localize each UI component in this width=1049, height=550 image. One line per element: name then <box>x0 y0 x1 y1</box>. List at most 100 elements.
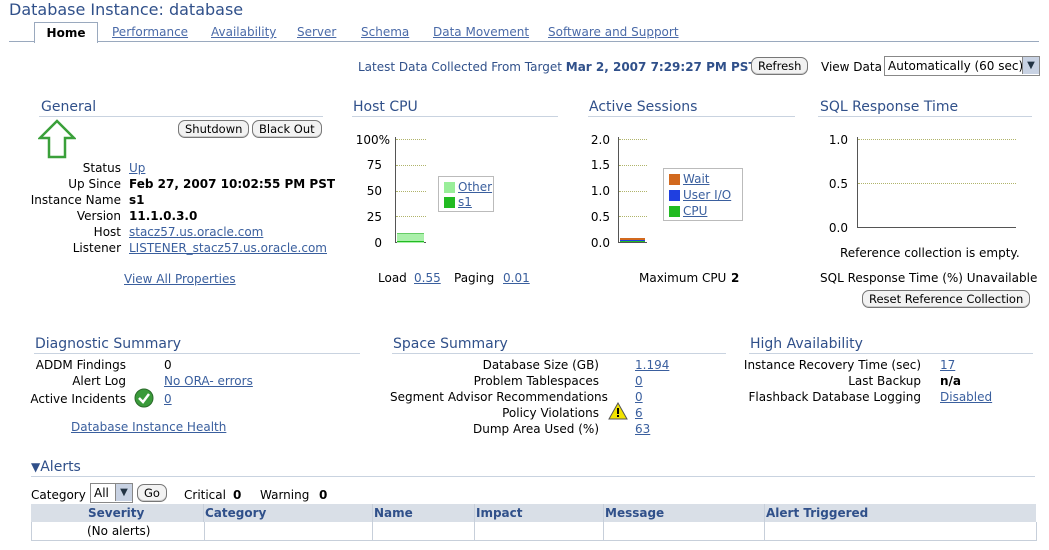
sessions-tick: 2.0 <box>590 133 610 147</box>
database-instance-health-link[interactable]: Database Instance Health <box>71 420 226 434</box>
warning-label: Warning <box>260 488 310 502</box>
ha-divider <box>749 353 1033 354</box>
table-cell <box>373 522 475 540</box>
tab-divider <box>9 41 1039 42</box>
col-severity[interactable]: Severity <box>31 504 204 522</box>
col-impact[interactable]: Impact <box>475 504 604 522</box>
dump-area-link[interactable]: 63 <box>635 422 650 436</box>
flashback-logging-label: Flashback Database Logging <box>748 390 921 404</box>
sessions-gridline <box>619 165 647 166</box>
sessions-legend: Wait User I/O CPU <box>663 168 743 221</box>
segment-advisor-label: Segment Advisor Recommendations <box>390 390 608 404</box>
sql-y-axis <box>857 137 858 228</box>
sessions-tick: 0.5 <box>590 210 610 224</box>
problem-tablespaces-link[interactable]: 0 <box>635 374 643 388</box>
tab-data-movement[interactable]: Data Movement <box>433 25 529 39</box>
alerts-divider <box>31 476 1035 477</box>
diagnostic-summary-header: Diagnostic Summary <box>35 336 182 352</box>
max-cpu-value: 2 <box>731 271 740 285</box>
collection-datetime: Mar 2, 2007 7:29:27 PM PST <box>565 60 757 74</box>
table-cell <box>604 522 765 540</box>
up-since-label: Up Since <box>68 177 121 191</box>
legend-userio-link[interactable]: User I/O <box>683 188 731 202</box>
legend-other-link[interactable]: Other <box>458 180 492 194</box>
blackout-button[interactable]: Black Out <box>252 120 322 138</box>
sql-response-header: SQL Response Time <box>820 99 959 115</box>
sessions-y-axis <box>618 137 619 243</box>
col-message[interactable]: Message <box>604 504 765 522</box>
up-since-value: Feb 27, 2007 10:02:55 PM PST <box>129 177 336 191</box>
refresh-button[interactable]: Refresh <box>751 57 809 75</box>
legend-swatch-other <box>444 182 455 193</box>
cpu-tick: 75 <box>366 158 382 172</box>
sessions-cpu-area <box>620 241 645 242</box>
host-link[interactable]: stacz57.us.oracle.com <box>129 225 263 239</box>
cpu-tick: 0 <box>374 236 382 250</box>
version-value: 11.1.0.3.0 <box>129 209 198 223</box>
instance-recovery-link[interactable]: 17 <box>940 358 955 372</box>
instance-name-value: s1 <box>129 193 145 207</box>
flashback-logging-link[interactable]: Disabled <box>940 390 992 404</box>
cpu-gridline <box>396 191 426 192</box>
chevron-down-icon: ▼ <box>1022 57 1039 74</box>
sql-x-axis <box>857 227 1016 228</box>
diagnostic-divider <box>34 353 360 354</box>
alerts-title: Alerts <box>40 459 81 475</box>
legend-swatch-wait <box>669 174 680 185</box>
col-category[interactable]: Category <box>204 504 373 522</box>
tab-home[interactable]: Home <box>34 22 98 43</box>
legend-swatch-s1 <box>444 197 455 208</box>
database-size-link[interactable]: 1.194 <box>635 358 669 372</box>
tab-schema[interactable]: Schema <box>361 25 409 39</box>
legend-cpu-link[interactable]: CPU <box>683 204 707 218</box>
cpu-y-axis <box>395 137 396 243</box>
cpu-legend: Other s1 <box>438 176 494 212</box>
policy-violations-label: Policy Violations <box>502 406 599 420</box>
legend-wait-link[interactable]: Wait <box>683 172 710 186</box>
category-value: All <box>94 486 109 500</box>
active-incidents-link[interactable]: 0 <box>164 392 172 406</box>
load-value-link[interactable]: 0.55 <box>414 271 441 285</box>
tab-software-and-support[interactable]: Software and Support <box>548 25 679 39</box>
shutdown-button[interactable]: Shutdown <box>178 120 250 138</box>
instance-name-label: Instance Name <box>30 193 121 207</box>
policy-violations-link[interactable]: 6 <box>635 406 643 420</box>
page-title: Database Instance: database <box>9 0 244 19</box>
view-data-select[interactable]: Automatically (60 sec) ▼ <box>884 56 1040 76</box>
disclosure-triangle-icon[interactable]: ▼ <box>31 460 40 474</box>
sessions-gridline <box>619 216 647 217</box>
table-cell <box>475 522 604 540</box>
tab-performance[interactable]: Performance <box>112 25 188 39</box>
high-availability-header: High Availability <box>750 336 863 352</box>
legend-swatch-userio <box>669 190 680 201</box>
paging-label: Paging <box>454 271 495 285</box>
alerts-header[interactable]: ▼Alerts <box>31 459 81 475</box>
alerts-table-header: Severity Category Name Impact Message Al… <box>31 504 1036 522</box>
sql-tick: 0.0 <box>828 221 848 235</box>
tab-availability[interactable]: Availability <box>211 25 276 39</box>
col-alert-triggered[interactable]: Alert Triggered <box>765 504 1035 522</box>
tab-server[interactable]: Server <box>297 25 336 39</box>
segment-advisor-link[interactable]: 0 <box>635 390 643 404</box>
collection-label: Latest Data Collected From Target <box>358 60 562 74</box>
sql-empty-message: Reference collection is empty. <box>840 246 1020 260</box>
active-sessions-header: Active Sessions <box>589 99 698 115</box>
warning-count: 0 <box>319 488 328 502</box>
col-name[interactable]: Name <box>373 504 475 522</box>
cpu-gridline <box>396 216 426 217</box>
check-icon <box>134 388 154 408</box>
up-arrow-icon <box>38 119 76 159</box>
paging-value-link[interactable]: 0.01 <box>503 271 530 285</box>
view-all-properties-link[interactable]: View All Properties <box>124 272 236 286</box>
chevron-down-icon: ▼ <box>115 484 132 501</box>
go-button[interactable]: Go <box>137 484 167 502</box>
reset-reference-collection-button[interactable]: Reset Reference Collection <box>862 290 1031 308</box>
space-summary-header: Space Summary <box>393 336 508 352</box>
listener-link[interactable]: LISTENER_stacz57.us.oracle.com <box>129 241 327 255</box>
status-value[interactable]: Up <box>129 161 145 175</box>
alert-log-link[interactable]: No ORA- errors <box>164 374 253 388</box>
sql-tick: 1.0 <box>828 133 848 147</box>
category-select[interactable]: All ▼ <box>90 483 133 503</box>
legend-s1-link[interactable]: s1 <box>458 195 472 209</box>
addm-findings-value: 0 <box>164 358 172 372</box>
